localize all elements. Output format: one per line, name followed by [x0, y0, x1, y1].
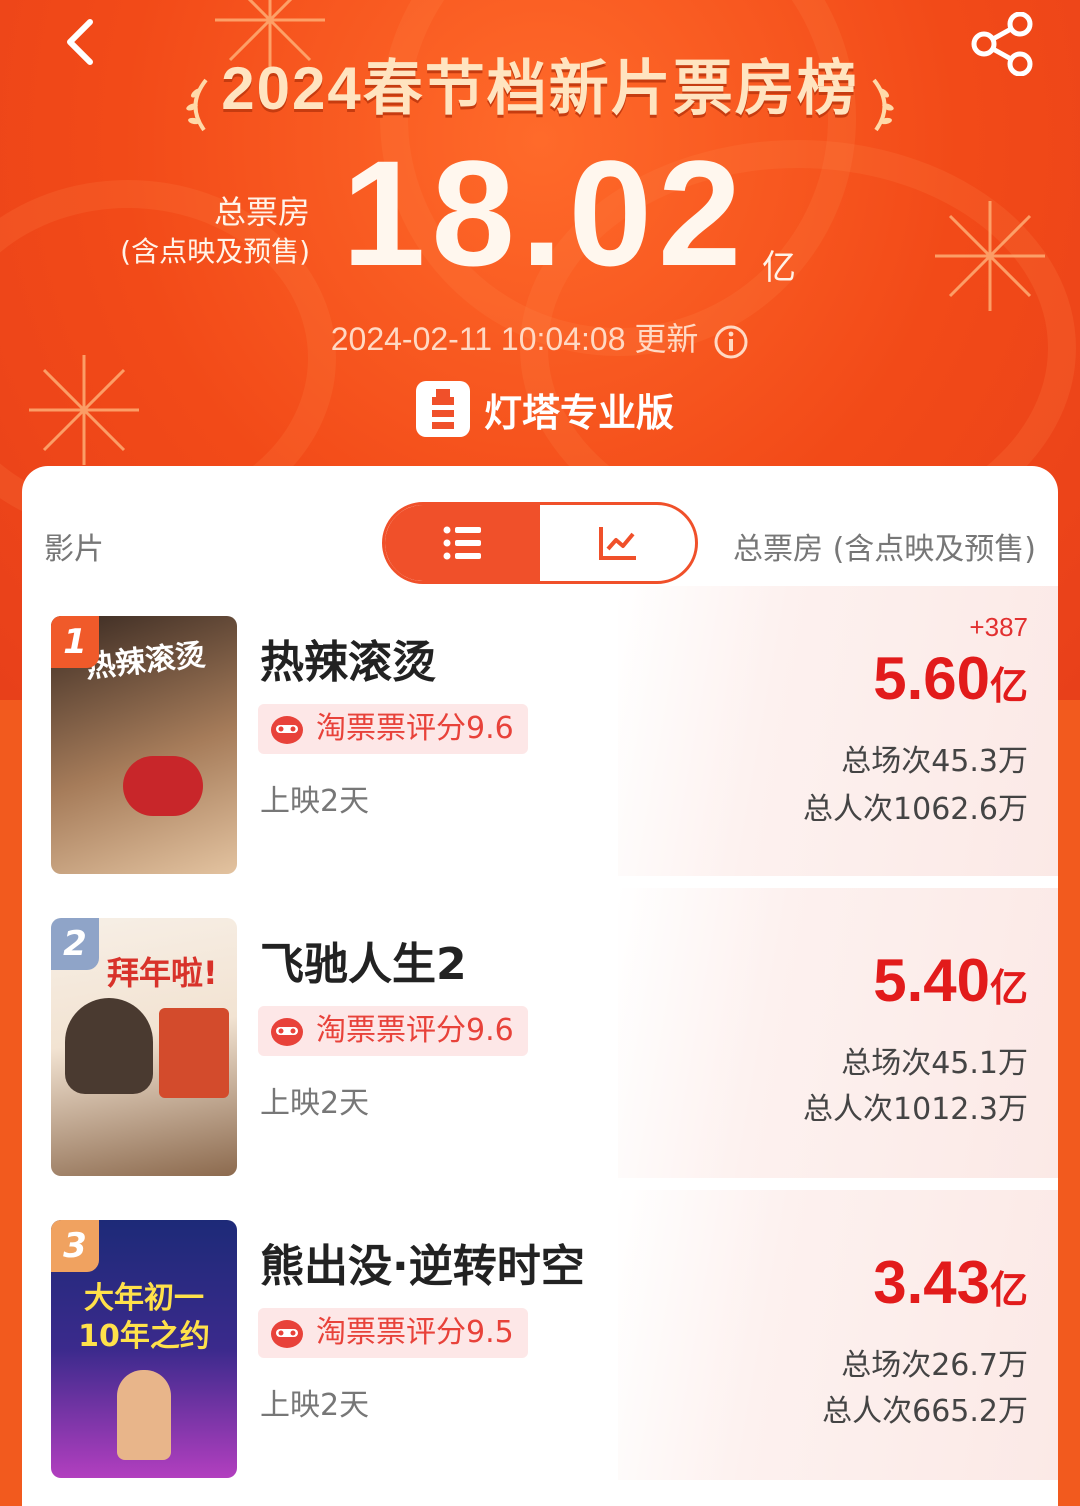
box-number: 5.60: [873, 645, 990, 712]
brand-name: 灯塔专业版: [484, 390, 675, 435]
film-row[interactable]: 大年初一 10年之约 3 熊出没·逆转时空 淘票票评分9.5 上映2天 3.43…: [22, 1190, 1058, 1480]
film-column-header: 影片: [44, 532, 104, 567]
brand-row: 灯塔专业版: [416, 380, 674, 438]
box-office-value: 3.43亿: [873, 1248, 1028, 1317]
rating-text: 淘票票评分9.6: [316, 1013, 514, 1048]
film-row[interactable]: 热辣滚烫 1 热辣滚烫 淘票票评分9.6 上映2天 +387 5.60亿 总场次…: [22, 586, 1058, 876]
release-days: 上映2天: [260, 784, 370, 819]
box-unit: 亿: [989, 666, 1028, 708]
box-unit: 亿: [989, 1270, 1028, 1312]
laurel-left-icon: [186, 78, 208, 131]
poster-title: 拜年啦!: [107, 954, 218, 992]
box-office-value: 5.60亿: [873, 644, 1028, 713]
rating-badge[interactable]: 淘票票评分9.5: [258, 1308, 528, 1358]
box-number: 5.40: [873, 947, 990, 1014]
total-column-header: 总票房 (含点映及预售): [733, 532, 1036, 567]
boxing-glove-icon: [123, 756, 203, 816]
total-shows: 总场次26.7万: [841, 1348, 1028, 1383]
rank-badge: 2: [51, 918, 99, 970]
rank-badge: 1: [51, 616, 99, 668]
total-shows: 总场次45.1万: [841, 1046, 1028, 1081]
total-viewers: 总人次1062.6万: [803, 792, 1028, 827]
poster-title: 大年初一 10年之约: [78, 1281, 210, 1354]
total-shows: 总场次45.3万: [841, 744, 1028, 779]
total-label-note: (含点映及预售): [120, 235, 310, 268]
rating-badge[interactable]: 淘票票评分9.6: [258, 1006, 528, 1056]
total-viewers: 总人次665.2万: [822, 1394, 1028, 1429]
box-delta: +387: [969, 612, 1028, 642]
red-sign-icon: [159, 1008, 229, 1098]
rating-badge[interactable]: 淘票票评分9.6: [258, 704, 528, 754]
taopiaopiao-icon: [271, 1018, 303, 1046]
taopiaopiao-icon: [271, 1320, 303, 1348]
list-view-tab[interactable]: [385, 505, 540, 581]
box-unit: 亿: [989, 968, 1028, 1010]
film-name[interactable]: 熊出没·逆转时空: [260, 1230, 585, 1294]
update-time: 2024-02-11 10:04:08 更新: [330, 321, 699, 357]
total-label-main: 总票房: [213, 193, 310, 231]
box-office-value: 5.40亿: [873, 946, 1028, 1015]
total-box-label: 总票房 (含点映及预售): [120, 192, 310, 272]
film-poster[interactable]: 热辣滚烫 1: [51, 616, 237, 874]
total-box-unit: 亿: [762, 248, 796, 288]
trend-chart-icon: [598, 527, 636, 560]
release-days: 上映2天: [260, 1388, 370, 1423]
total-viewers: 总人次1012.3万: [803, 1092, 1028, 1127]
taopiaopiao-icon: [271, 716, 303, 744]
info-icon[interactable]: [713, 324, 749, 360]
ranking-card: 影片 总票房 (含点映及预售) 热辣滚烫 1 热辣滚烫 淘票票评分9.6 上映2…: [22, 466, 1058, 1506]
film-poster[interactable]: 大年初一 10年之约 3: [51, 1220, 237, 1478]
update-time-row: 2024-02-11 10:04:08 更新: [0, 314, 1080, 360]
list-icon: [443, 526, 481, 560]
film-name[interactable]: 热辣滚烫: [260, 626, 436, 690]
film-poster[interactable]: 拜年啦! 2: [51, 918, 237, 1176]
page-title: 2024春节档新片票房榜: [221, 55, 859, 122]
firework-decor: [935, 201, 1045, 311]
film-row[interactable]: 拜年啦! 2 飞驰人生2 淘票票评分9.6 上映2天 5.40亿 总场次45.1…: [22, 888, 1058, 1178]
total-box-value: 18.02: [342, 129, 748, 297]
release-days: 上映2天: [260, 1086, 370, 1121]
view-toggle: [382, 502, 698, 584]
box-number: 3.43: [873, 1249, 990, 1316]
rating-text: 淘票票评分9.5: [316, 1315, 514, 1350]
lighthouse-logo-icon: [416, 381, 470, 437]
row-highlight: [618, 1190, 1058, 1480]
bear-figure: [117, 1370, 171, 1460]
row-highlight: [618, 888, 1058, 1178]
rank-badge: 3: [51, 1220, 99, 1272]
poster-title: 热辣滚烫: [83, 637, 207, 686]
laurel-right-icon: [872, 78, 894, 131]
firework-decor: [29, 355, 139, 465]
title-row: 2024春节档新片票房榜: [0, 40, 1080, 135]
rating-text: 淘票票评分9.6: [316, 711, 514, 746]
chart-view-tab[interactable]: [540, 505, 695, 581]
film-name[interactable]: 飞驰人生2: [260, 928, 467, 992]
portrait-figure: [65, 998, 153, 1094]
